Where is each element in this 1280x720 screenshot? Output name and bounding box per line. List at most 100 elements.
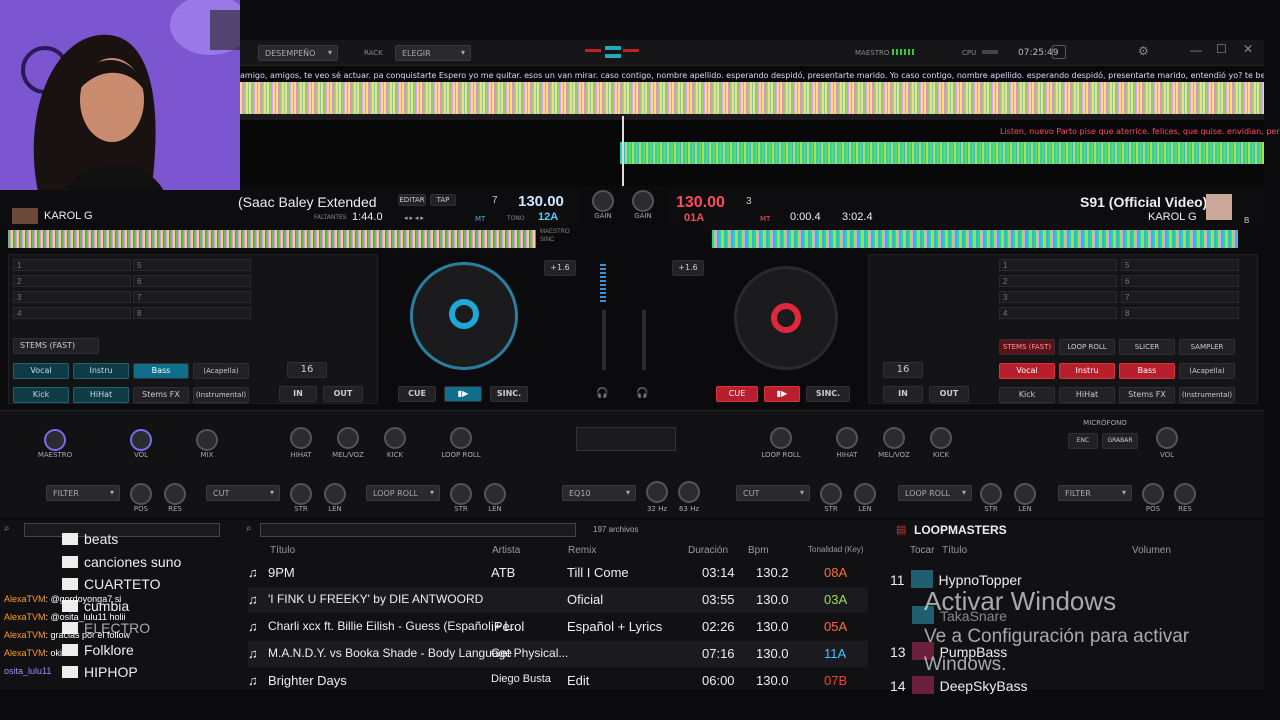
deck-a-sync-button[interactable]: SINC.	[490, 386, 528, 402]
hotcue-8[interactable]: 8	[133, 307, 251, 319]
waveform-area[interactable]: amigo, amigos, te veo sé actuar. pa conq…	[240, 66, 1280, 186]
stem-kick-button[interactable]: Kick	[13, 387, 69, 403]
deck-b-loop-in[interactable]: IN	[883, 386, 923, 402]
deck-a-pitch-range[interactable]: +1.6	[544, 260, 576, 276]
folder-beats[interactable]: beats	[62, 531, 118, 547]
hotcue-b-8[interactable]: 8	[1121, 307, 1239, 319]
stem-b-instrumental-button[interactable]: (Instrumental)	[1179, 387, 1235, 403]
hotcue-b-4[interactable]: 4	[999, 307, 1117, 319]
table-row[interactable]: ♫ 'I FINK U FREEKY' by DIE ANTWOORD Oficia…	[248, 587, 868, 613]
gear-icon[interactable]: ⚙	[1138, 44, 1149, 58]
deck-b-loop-out[interactable]: OUT	[929, 386, 969, 402]
stem-b-acapella-button[interactable]: (Acapella)	[1179, 363, 1235, 379]
deck-a-cue-button[interactable]: CUE	[398, 386, 436, 402]
folder-folklore[interactable]: Folklore	[62, 642, 134, 658]
stems-mode-b-button[interactable]: STEMS (FAST)	[999, 339, 1055, 355]
folder-canciones-suno[interactable]: canciones suno	[62, 554, 181, 570]
deck-b-sync-button[interactable]: SINC.	[806, 386, 850, 402]
deck-b-jog-wheel[interactable]	[734, 266, 838, 370]
slicer-pad-button[interactable]: SLICER	[1119, 339, 1175, 355]
folder-hiphop[interactable]: HIPHOP	[62, 664, 138, 680]
hihat-knob[interactable]	[290, 427, 312, 449]
stem-b-hihat-button[interactable]: HiHat	[1059, 387, 1115, 403]
record-icon[interactable]	[1052, 45, 1066, 59]
kick-b-knob[interactable]	[930, 427, 952, 449]
stem-bass-button[interactable]: Bass	[133, 363, 189, 379]
sampler-item[interactable]: 14 DeepSkyBass	[890, 676, 1028, 694]
master-knob[interactable]	[44, 429, 66, 451]
stems-b-fx-button[interactable]: Stems FX	[1119, 387, 1175, 403]
stem-b-bass-button[interactable]: Bass	[1119, 363, 1175, 379]
hotcue-b-5[interactable]: 5	[1121, 259, 1239, 271]
str2-knob-a[interactable]	[450, 483, 472, 505]
filter-select-a[interactable]: FILTER	[46, 485, 120, 501]
headphone-a-icon[interactable]: 🎧	[596, 388, 608, 399]
folder-search-input[interactable]	[24, 523, 220, 537]
deck-b-mini-waveform[interactable]	[712, 230, 1238, 248]
volume-fader-a[interactable]	[602, 310, 606, 370]
cut-select-b[interactable]: CUT	[736, 485, 810, 501]
stem-vocal-button[interactable]: Vocal	[13, 363, 69, 379]
waveform-deck-b[interactable]	[620, 142, 1264, 164]
table-row[interactable]: ♫ Charli xcx ft. Billie Eilish - Guess (E…	[248, 614, 868, 640]
waveform-deck-a[interactable]	[240, 82, 1264, 114]
loop-roll-select-b[interactable]: LOOP ROLL	[898, 485, 972, 501]
deck-b-loop-size[interactable]: 16	[883, 362, 923, 378]
deck-b-play-button[interactable]: ▮▶	[764, 386, 800, 402]
str-knob-a[interactable]	[290, 483, 312, 505]
gain-b-knob[interactable]	[632, 190, 654, 212]
hotcue-b-7[interactable]: 7	[1121, 291, 1239, 303]
deck-a-loop-out[interactable]: OUT	[323, 386, 363, 402]
hotcue-b-1[interactable]: 1	[999, 259, 1117, 271]
stem-b-vocal-button[interactable]: Vocal	[999, 363, 1055, 379]
table-row[interactable]: ♫ Brighter Days Diego Busta Edit 06:00 130.0 0…	[248, 668, 868, 688]
minimize-icon[interactable]: —	[1190, 43, 1202, 57]
deck-b-pitch-range[interactable]: +1.6	[672, 260, 704, 276]
rack-select[interactable]: ELEGIR	[395, 45, 471, 61]
crossfader[interactable]	[576, 427, 676, 451]
track-search-input[interactable]	[260, 523, 576, 537]
eq10-select[interactable]: EQ10	[562, 485, 636, 501]
hihat-b-knob[interactable]	[836, 427, 858, 449]
res-knob-b[interactable]	[1174, 483, 1196, 505]
col-duration[interactable]: Duración	[688, 545, 728, 556]
col-key[interactable]: Tonalidad (Key)	[808, 545, 864, 554]
edit-button[interactable]: EDITAR	[398, 194, 426, 206]
mic-record-button[interactable]: GRABAR	[1102, 433, 1138, 449]
eq-32hz-knob[interactable]	[646, 481, 668, 503]
layout-select[interactable]: DESEMPEÑO	[258, 45, 338, 61]
pos-knob-b[interactable]	[1142, 483, 1164, 505]
deck-a-mt[interactable]: MT	[475, 215, 485, 223]
eq-63hz-knob[interactable]	[678, 481, 700, 503]
loop-roll-select-a[interactable]: LOOP ROLL	[366, 485, 440, 501]
hotcue-b-3[interactable]: 3	[999, 291, 1117, 303]
cut-select-a[interactable]: CUT	[206, 485, 280, 501]
maximize-icon[interactable]: ☐	[1216, 42, 1227, 56]
hotcue-4[interactable]: 4	[13, 307, 131, 319]
kick-knob[interactable]	[384, 427, 406, 449]
deck-a-loop-in[interactable]: IN	[279, 386, 317, 402]
len-knob-b[interactable]	[854, 483, 876, 505]
len-knob-a[interactable]	[324, 483, 346, 505]
folder-cuarteto[interactable]: CUARTETO	[62, 576, 161, 592]
len2-knob-b[interactable]	[1014, 483, 1036, 505]
str2-knob-b[interactable]	[980, 483, 1002, 505]
close-icon[interactable]: ✕	[1243, 42, 1253, 56]
hotcue-2[interactable]: 2	[13, 275, 131, 287]
gain-a-knob[interactable]	[592, 190, 614, 212]
stem-b-kick-button[interactable]: Kick	[999, 387, 1055, 403]
deck-a-jog-wheel[interactable]	[410, 262, 518, 370]
pos-knob-a[interactable]	[130, 483, 152, 505]
mix-knob[interactable]	[196, 429, 218, 451]
col-remix[interactable]: Remix	[568, 545, 596, 556]
volume-fader-b[interactable]	[642, 310, 646, 370]
table-row[interactable]: ♫ M.A.N.D.Y. vs Booka Shade - Body Langua…	[248, 641, 868, 667]
stems-fx-button[interactable]: Stems FX	[133, 387, 189, 403]
hotcue-5[interactable]: 5	[133, 259, 251, 271]
mic-enc-button[interactable]: ENC	[1068, 433, 1098, 449]
hotcue-1[interactable]: 1	[13, 259, 131, 271]
mic-vol-knob[interactable]	[1156, 427, 1178, 449]
deck-a-loop-size[interactable]: 16	[287, 362, 327, 378]
vol-knob[interactable]	[130, 429, 152, 451]
hotcue-6[interactable]: 6	[133, 275, 251, 287]
